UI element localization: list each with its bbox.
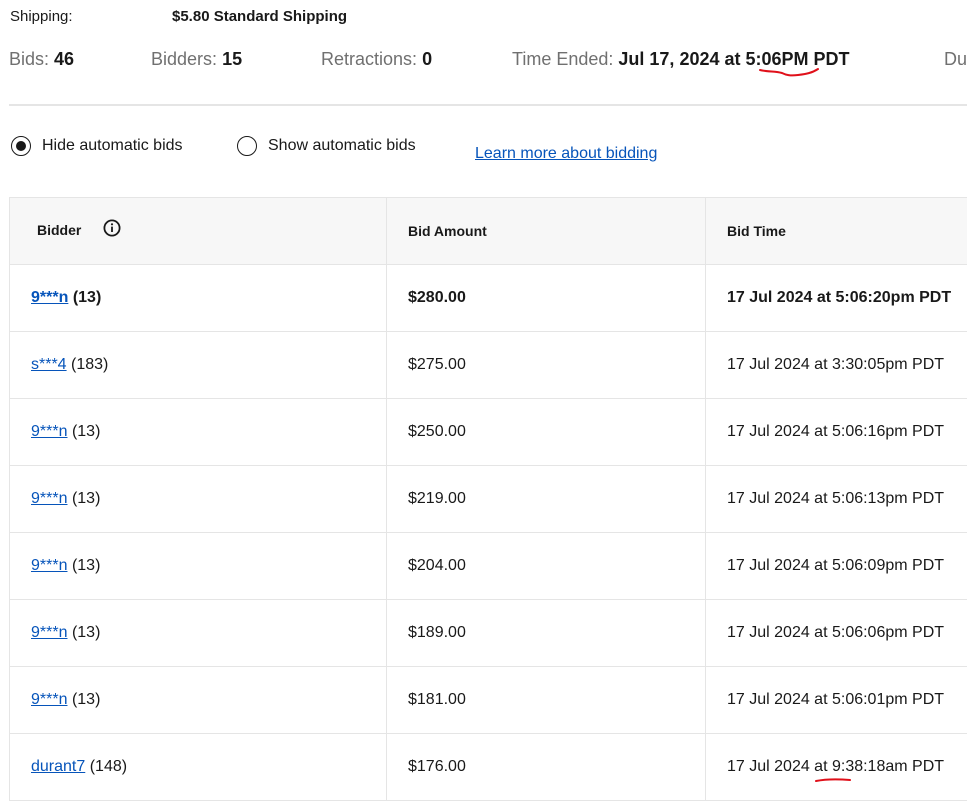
bids-value: 46 (54, 49, 74, 69)
feedback-score: (13) (72, 691, 100, 708)
table-row: durant7 (148) $176.00 17 Jul 2024 at 9:3… (10, 734, 967, 801)
radio-unselected-icon[interactable] (237, 136, 257, 156)
bid-history-table: Bidder Bid Amount Bid Time 9***n (13) $2… (9, 197, 967, 801)
radio-dot (16, 141, 26, 151)
time-ended-label: Time Ended: (512, 49, 613, 69)
bid-time-column-header: Bid Time (706, 198, 967, 265)
table-row: s***4 (183) $275.00 17 Jul 2024 at 3:30:… (10, 332, 967, 399)
feedback-score: (13) (72, 624, 100, 641)
bidder-cell: 9***n (13) (10, 667, 387, 734)
bid-time-cell: 17 Jul 2024 at 5:06:01pm PDT (706, 667, 967, 734)
bid-amount-cell: $189.00 (387, 600, 706, 667)
feedback-score: (13) (72, 557, 100, 574)
bidders-stat: Bidders: 15 (151, 49, 242, 70)
bidder-link[interactable]: 9***n (31, 423, 67, 440)
retractions-value: 0 (422, 49, 432, 69)
bid-amount-cell: $204.00 (387, 533, 706, 600)
bid-amount-cell: $176.00 (387, 734, 706, 801)
table-row: 9***n (13) $204.00 17 Jul 2024 at 5:06:0… (10, 533, 967, 600)
duration-stat: Du (944, 49, 967, 70)
bid-amount-cell: $181.00 (387, 667, 706, 734)
feedback-score: (183) (71, 356, 108, 373)
show-automatic-bids-label: Show automatic bids (268, 137, 416, 155)
hide-automatic-bids-label: Hide automatic bids (42, 137, 183, 155)
learn-more-link[interactable]: Learn more about bidding (475, 145, 657, 163)
bidder-link[interactable]: 9***n (31, 691, 67, 708)
bidder-cell: durant7 (148) (10, 734, 387, 801)
duration-label: Du (944, 49, 967, 69)
feedback-score: (13) (72, 490, 100, 507)
bidders-value: 15 (222, 49, 242, 69)
bid-time-text: 17 Jul 2024 at 9:38:18am PDT (727, 758, 944, 775)
bidder-cell: 9***n (13) (10, 533, 387, 600)
bidder-header-label: Bidder (37, 222, 81, 238)
bid-amount-cell: $280.00 (387, 265, 706, 332)
bid-time-cell: 17 Jul 2024 at 9:38:18am PDT (706, 734, 967, 801)
bidder-link[interactable]: 9***n (31, 490, 67, 507)
bid-time-cell: 17 Jul 2024 at 5:06:13pm PDT (706, 466, 967, 533)
bidder-cell: 9***n (13) (10, 600, 387, 667)
bids-label: Bids: (9, 49, 49, 69)
bid-time-cell: 17 Jul 2024 at 5:06:16pm PDT (706, 399, 967, 466)
bidder-cell: 9***n (13) (10, 466, 387, 533)
bid-amount-column-header: Bid Amount (387, 198, 706, 265)
feedback-score: (13) (73, 289, 101, 306)
bid-amount-cell: $219.00 (387, 466, 706, 533)
shipping-label: Shipping: (10, 8, 73, 25)
bidder-link[interactable]: 9***n (31, 289, 68, 306)
info-circle-icon[interactable] (103, 219, 121, 237)
table-row: 9***n (13) $280.00 17 Jul 2024 at 5:06:2… (10, 265, 967, 332)
shipping-value: $5.80 Standard Shipping (172, 8, 347, 25)
bidder-link[interactable]: 9***n (31, 557, 67, 574)
bidder-column-header: Bidder (10, 198, 387, 265)
bids-stat: Bids: 46 (9, 49, 74, 70)
bid-time-cell: 17 Jul 2024 at 5:06:06pm PDT (706, 600, 967, 667)
bid-amount-cell: $250.00 (387, 399, 706, 466)
bidder-cell: s***4 (183) (10, 332, 387, 399)
retractions-stat: Retractions: 0 (321, 49, 432, 70)
table-row: 9***n (13) $189.00 17 Jul 2024 at 5:06:0… (10, 600, 967, 667)
bidder-cell: 9***n (13) (10, 399, 387, 466)
bidder-link[interactable]: s***4 (31, 356, 67, 373)
bidders-label: Bidders: (151, 49, 217, 69)
bidder-cell: 9***n (13) (10, 265, 387, 332)
radio-selected-icon[interactable] (11, 136, 31, 156)
red-underline-annotation (814, 776, 852, 784)
hide-automatic-bids-option[interactable]: Hide automatic bids (11, 136, 183, 156)
feedback-score: (148) (90, 758, 127, 775)
bid-amount-cell: $275.00 (387, 332, 706, 399)
red-underline-annotation (758, 66, 828, 80)
bidder-link[interactable]: durant7 (31, 758, 85, 775)
feedback-score: (13) (72, 423, 100, 440)
table-header-row: Bidder Bid Amount Bid Time (10, 198, 967, 265)
bid-time-cell: 17 Jul 2024 at 3:30:05pm PDT (706, 332, 967, 399)
bid-time-cell: 17 Jul 2024 at 5:06:20pm PDT (706, 265, 967, 332)
bidder-link[interactable]: 9***n (31, 624, 67, 641)
table-row: 9***n (13) $219.00 17 Jul 2024 at 5:06:1… (10, 466, 967, 533)
section-divider (9, 104, 967, 106)
table-row: 9***n (13) $250.00 17 Jul 2024 at 5:06:1… (10, 399, 967, 466)
bid-time-cell: 17 Jul 2024 at 5:06:09pm PDT (706, 533, 967, 600)
table-row: 9***n (13) $181.00 17 Jul 2024 at 5:06:0… (10, 667, 967, 734)
retractions-label: Retractions: (321, 49, 417, 69)
show-automatic-bids-option[interactable]: Show automatic bids (237, 136, 416, 156)
